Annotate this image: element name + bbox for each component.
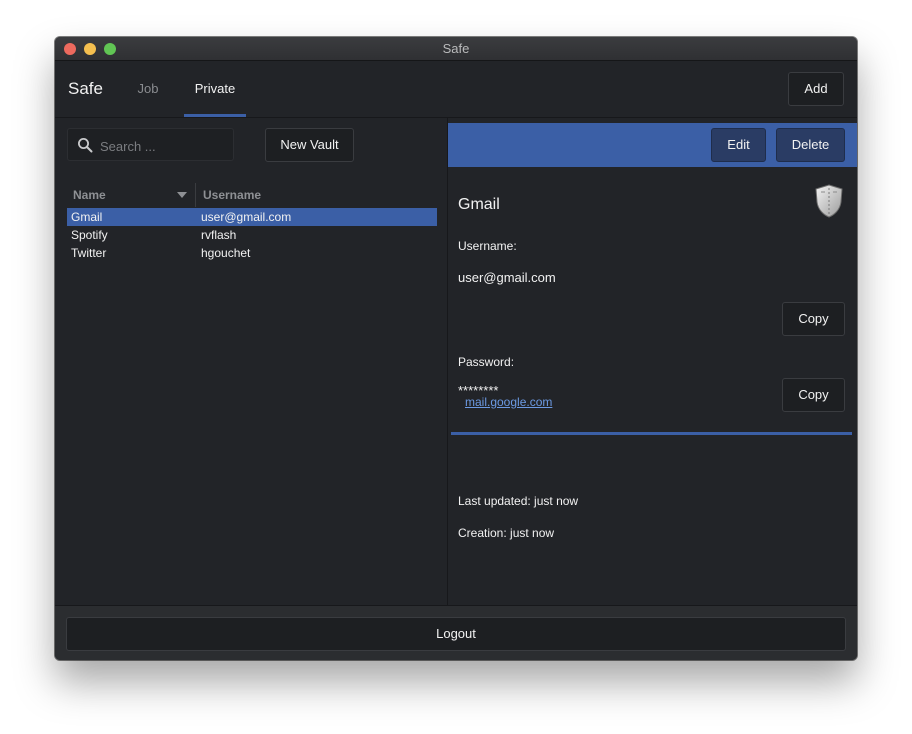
username-label: Username:	[458, 239, 517, 253]
vault-list-pane: New Vault Name Username Gmail user@gmail…	[55, 118, 448, 605]
app-brand: Safe	[68, 79, 103, 98]
app-window: Safe Safe Job Private Add New Vault Name…	[55, 37, 857, 660]
column-divider[interactable]	[195, 183, 196, 207]
footer-bar: Logout	[55, 605, 857, 660]
copy-username-button[interactable]: Copy	[782, 302, 845, 336]
delete-button[interactable]: Delete	[776, 128, 845, 162]
search-icon	[78, 138, 93, 153]
section-divider	[451, 432, 852, 435]
row-name: Spotify	[71, 228, 108, 242]
logout-button[interactable]: Logout	[66, 617, 846, 651]
username-value: user@gmail.com	[458, 270, 556, 285]
password-label: Password:	[458, 355, 515, 369]
vault-table-body: Gmail user@gmail.com Spotify rvflash Twi…	[67, 208, 437, 262]
row-username: rvflash	[201, 228, 237, 242]
search-box[interactable]	[67, 128, 234, 161]
row-username: user@gmail.com	[201, 210, 292, 224]
row-username: hgouchet	[201, 246, 251, 260]
tab-job[interactable]: Job	[127, 61, 169, 117]
tab-private-label: Private	[194, 81, 236, 96]
shield-icon	[815, 184, 843, 218]
row-name: Twitter	[71, 246, 107, 260]
table-header: Name Username	[67, 183, 437, 207]
new-vault-button[interactable]: New Vault	[265, 128, 354, 162]
copy-password-button[interactable]: Copy	[782, 378, 845, 412]
active-tab-indicator	[184, 114, 246, 117]
table-row[interactable]: Spotify rvflash	[67, 226, 437, 244]
window-title: Safe	[442, 41, 470, 56]
sort-descending-icon[interactable]	[177, 192, 187, 198]
column-header-name[interactable]: Name	[73, 183, 193, 207]
creation-text: Creation: just now	[458, 526, 555, 540]
entry-title: Gmail	[458, 196, 500, 213]
detail-action-bar: Edit Delete	[448, 123, 857, 167]
table-row[interactable]: Twitter hgouchet	[67, 244, 437, 262]
row-name: Gmail	[71, 210, 103, 224]
tab-private[interactable]: Private	[184, 61, 246, 117]
edit-button[interactable]: Edit	[711, 128, 766, 162]
title-bar: Safe	[55, 37, 857, 61]
top-nav-bar: Safe Job Private Add	[55, 61, 857, 118]
detail-pane: Edit Delete Gmail Username: user@gmail.c…	[448, 118, 857, 605]
column-header-username[interactable]: Username	[203, 183, 353, 207]
website-link[interactable]: mail.google.com	[465, 395, 552, 409]
add-button[interactable]: Add	[788, 72, 844, 106]
last-updated-text: Last updated: just now	[458, 494, 579, 508]
search-input[interactable]	[98, 135, 230, 157]
table-row[interactable]: Gmail user@gmail.com	[67, 208, 437, 226]
